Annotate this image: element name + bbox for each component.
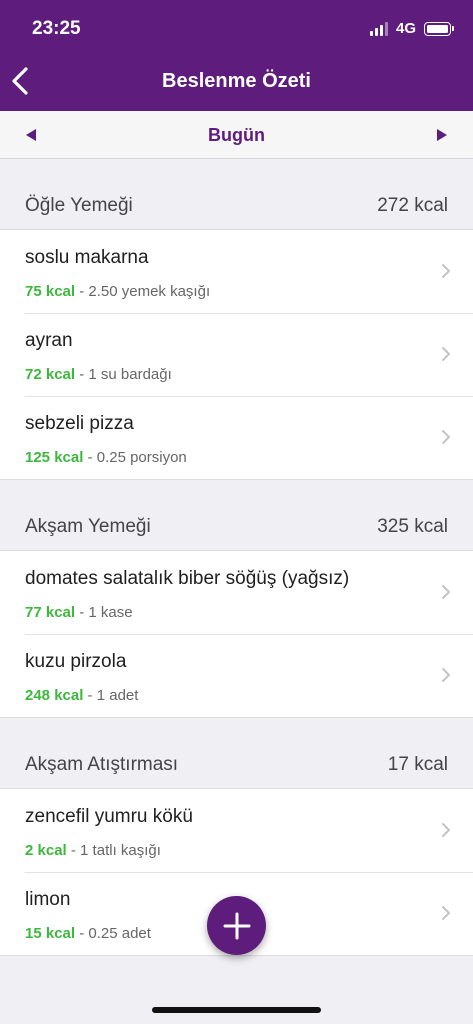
chevron-right-icon	[442, 906, 450, 920]
section-calories: 325 kcal	[377, 516, 448, 537]
date-selector: Bugün	[0, 111, 473, 159]
food-portion: - 1 tatlı kaşığı	[66, 842, 161, 859]
food-name: ayran	[25, 330, 73, 351]
network-type: 4G	[395, 20, 416, 37]
food-kcal: 15 kcal	[25, 925, 76, 942]
section-header: Akşam Yemeği 325 kcal	[0, 504, 473, 550]
triangle-left-icon[interactable]	[24, 127, 40, 143]
status-time: 23:25	[32, 18, 81, 39]
meal-section-dinner: Akşam Yemeği 325 kcal domates salatalık …	[0, 504, 473, 718]
food-kcal: 248 kcal	[25, 687, 84, 704]
food-kcal: 75 kcal	[25, 283, 76, 300]
section-calories: 272 kcal	[377, 195, 448, 216]
status-indicators: 4G	[369, 20, 454, 37]
chevron-right-icon	[442, 668, 450, 682]
section-title: Öğle Yemeği	[25, 195, 133, 216]
food-portion: - 0.25 adet	[75, 925, 151, 942]
chevron-right-icon	[442, 823, 450, 837]
food-detail: 248 kcal - 1 adet	[25, 687, 138, 704]
section-title: Akşam Yemeği	[25, 516, 151, 537]
food-portion: - 2.50 yemek kaşığı	[75, 283, 211, 300]
food-kcal: 2 kcal	[25, 842, 67, 859]
food-kcal: 77 kcal	[25, 604, 76, 621]
food-item[interactable]: kuzu pirzola 248 kcal - 1 adet	[0, 634, 473, 717]
food-portion: - 1 kase	[75, 604, 133, 621]
food-detail: 15 kcal - 0.25 adet	[25, 925, 151, 942]
food-name: soslu makarna	[25, 247, 149, 268]
chevron-right-icon	[442, 430, 450, 444]
meal-list: Öğle Yemeği 272 kcal soslu makarna 75 kc…	[0, 159, 473, 956]
food-name: zencefil yumru kökü	[25, 806, 193, 827]
food-detail: 2 kcal - 1 tatlı kaşığı	[25, 842, 161, 859]
chevron-right-icon	[442, 347, 450, 361]
food-portion: - 1 su bardağı	[75, 366, 172, 383]
triangle-right-icon[interactable]	[433, 127, 449, 143]
date-label: Bugün	[208, 125, 265, 145]
food-item[interactable]: soslu makarna 75 kcal - 2.50 yemek kaşığ…	[0, 230, 473, 313]
food-portion: - 1 adet	[83, 687, 139, 704]
food-name: limon	[25, 889, 71, 910]
food-item[interactable]: domates salatalık biber söğüş (yağsız) 7…	[0, 551, 473, 634]
food-item[interactable]: ayran 72 kcal - 1 su bardağı	[0, 313, 473, 396]
food-detail: 125 kcal - 0.25 porsiyon	[25, 449, 187, 466]
food-kcal: 125 kcal	[25, 449, 84, 466]
section-title: Akşam Atıştırması	[25, 754, 179, 775]
food-name: kuzu pirzola	[25, 651, 127, 672]
food-detail: 77 kcal - 1 kase	[25, 604, 133, 621]
food-kcal: 72 kcal	[25, 366, 76, 383]
food-detail: 75 kcal - 2.50 yemek kaşığı	[25, 283, 210, 300]
page-title: Beslenme Özeti	[162, 70, 311, 92]
chevron-right-icon	[442, 585, 450, 599]
food-detail: 72 kcal - 1 su bardağı	[25, 366, 172, 383]
section-calories: 17 kcal	[387, 754, 448, 775]
meal-section-lunch: Öğle Yemeği 272 kcal soslu makarna 75 kc…	[0, 183, 473, 480]
add-food-button[interactable]	[207, 896, 266, 955]
section-header: Öğle Yemeği 272 kcal	[0, 183, 473, 229]
food-name: domates salatalık biber söğüş (yağsız)	[25, 568, 350, 589]
plus-icon	[223, 912, 250, 939]
food-portion: - 0.25 porsiyon	[83, 449, 187, 466]
home-indicator[interactable]	[152, 1007, 321, 1013]
signal-icon	[369, 21, 388, 36]
food-item[interactable]: zencefil yumru kökü 2 kcal - 1 tatlı kaş…	[0, 789, 473, 872]
top-bar: 23:25 4G Beslenme Özeti	[0, 0, 473, 111]
section-header: Akşam Atıştırması 17 kcal	[0, 742, 473, 788]
chevron-right-icon	[442, 264, 450, 278]
food-item[interactable]: sebzeli pizza 125 kcal - 0.25 porsiyon	[0, 396, 473, 479]
food-name: sebzeli pizza	[25, 413, 134, 434]
battery-icon	[424, 21, 454, 36]
